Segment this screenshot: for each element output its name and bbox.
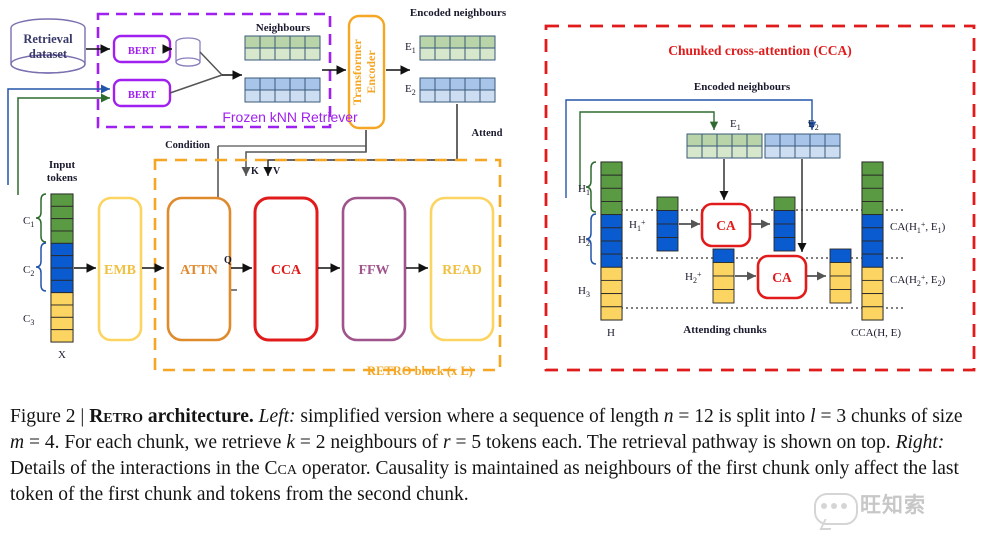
caption-seg3: = 3 chunks of size: [815, 406, 963, 427]
right-encoded-neighbours-label: Encoded neighbours: [694, 81, 791, 93]
read-label: READ: [442, 263, 482, 278]
cca-panel-title: Chunked cross-attention (CCA): [668, 43, 852, 58]
emb-label: EMB: [104, 263, 136, 278]
brace-h1: [585, 161, 597, 213]
ffw-label: FFW: [358, 263, 389, 278]
ca-out2-label: CA(H2+, E2): [890, 273, 946, 288]
h1-label: H1: [578, 183, 590, 197]
bert-bottom-label: BERT: [128, 90, 156, 101]
right-e2-label: E2: [808, 118, 819, 132]
h2-plus-label: H2+: [685, 270, 702, 285]
h1-plus-label: H1+: [629, 218, 646, 233]
attend-label: Attend: [472, 128, 503, 139]
brace-c1: [35, 193, 47, 243]
chunk1-label: C1: [23, 215, 34, 229]
chunk2-label: C2: [23, 264, 34, 278]
caption-seg4: = 4. For each chunk, we retrieve: [24, 431, 287, 453]
encoded-neighbours-label: Encoded neighbours: [410, 7, 507, 19]
h2-plus-column: [712, 248, 735, 304]
h-column-label: H: [607, 327, 615, 339]
cca-label: CCA: [271, 263, 302, 278]
h-column: [600, 161, 623, 321]
caption-seg5: = 2 neighbours of: [294, 431, 444, 453]
caption-seg2: = 12 is split into: [673, 406, 811, 427]
ca-out2-column: [829, 248, 852, 304]
ca-bottom-label: CA: [772, 270, 792, 285]
neighbours-blue-grid: [244, 77, 321, 103]
ca-out1-column: [773, 196, 796, 252]
q-label: Q: [224, 255, 232, 266]
neighbours-green-grid: [244, 35, 321, 61]
ca-top-label: CA: [716, 218, 736, 233]
figure-diagram: Retrieval dataset BERT BERT Frozen kNN R…: [0, 0, 985, 400]
chunk3-label: C3: [23, 313, 34, 327]
bert-top-label: BERT: [128, 46, 156, 57]
caption-right-label: Right:: [895, 431, 945, 453]
brace-c2: [35, 242, 47, 292]
retro-block-label: RETRO block (x L): [367, 364, 473, 378]
caption-title: Retro: [89, 406, 143, 427]
right-e1-label: E1: [730, 118, 741, 132]
ca-out1-label: CA(H1+, E1): [890, 220, 946, 235]
caption-prefix: Figure 2 |: [10, 406, 90, 427]
e2-label: E2: [405, 83, 416, 97]
input-tokens-label-2: tokens: [47, 172, 78, 184]
caption-seg7: Details of the interactions in the: [10, 457, 265, 479]
retrieval-dataset-label-1: Retrieval: [23, 32, 73, 46]
encoded-neighbours-e2-grid: [419, 77, 496, 103]
x-label: X: [58, 349, 66, 361]
caption-cca: Cca: [264, 457, 297, 479]
condition-label: Condition: [165, 140, 210, 151]
attending-chunks-label: Attending chunks: [683, 324, 767, 336]
caption-title-rest: architecture.: [142, 406, 254, 427]
neighbours-label: Neighbours: [256, 22, 311, 34]
h1-plus-column: [656, 196, 679, 252]
attn-label: ATTN: [180, 263, 218, 278]
h2-label: H2: [578, 234, 590, 248]
frozen-knn-retriever-label: Frozen kNN Retriever: [222, 109, 358, 125]
caption-seg6: = 5 tokens each. The retrieval pathway i…: [450, 431, 896, 453]
caption-seg1: simplified version where a sequence of l…: [295, 406, 664, 427]
k-label: K: [251, 166, 259, 177]
cca-output-label: CCA(H, E): [851, 327, 901, 339]
figure-caption: Figure 2 | Retro architecture. Left: sim…: [10, 404, 975, 508]
caption-r: r: [443, 431, 451, 453]
transformer-encoder-label-2: Encoder: [364, 50, 378, 94]
retrieval-dataset-label-2: dataset: [29, 47, 68, 61]
transformer-encoder-label-1: Transformer: [350, 38, 364, 104]
caption-m: m: [10, 431, 25, 453]
caption-k: k: [286, 431, 295, 453]
index-cylinder-icon: [175, 37, 201, 67]
retrieval-dataset-cylinder: [10, 18, 86, 74]
input-tokens-column: [50, 193, 74, 343]
input-tokens-label-1: Input: [49, 159, 76, 171]
cca-output-column: [861, 161, 884, 321]
right-e1-grid: [686, 133, 763, 159]
diagram-canvas: Retrieval dataset BERT BERT Frozen kNN R…: [7, 7, 976, 378]
right-e2-grid: [764, 133, 841, 159]
encoded-neighbours-e1-grid: [419, 35, 496, 61]
e1-label: E1: [405, 41, 416, 55]
caption-left-label: Left:: [258, 406, 296, 427]
h3-label: H3: [578, 285, 590, 299]
v-label: V: [273, 166, 281, 177]
